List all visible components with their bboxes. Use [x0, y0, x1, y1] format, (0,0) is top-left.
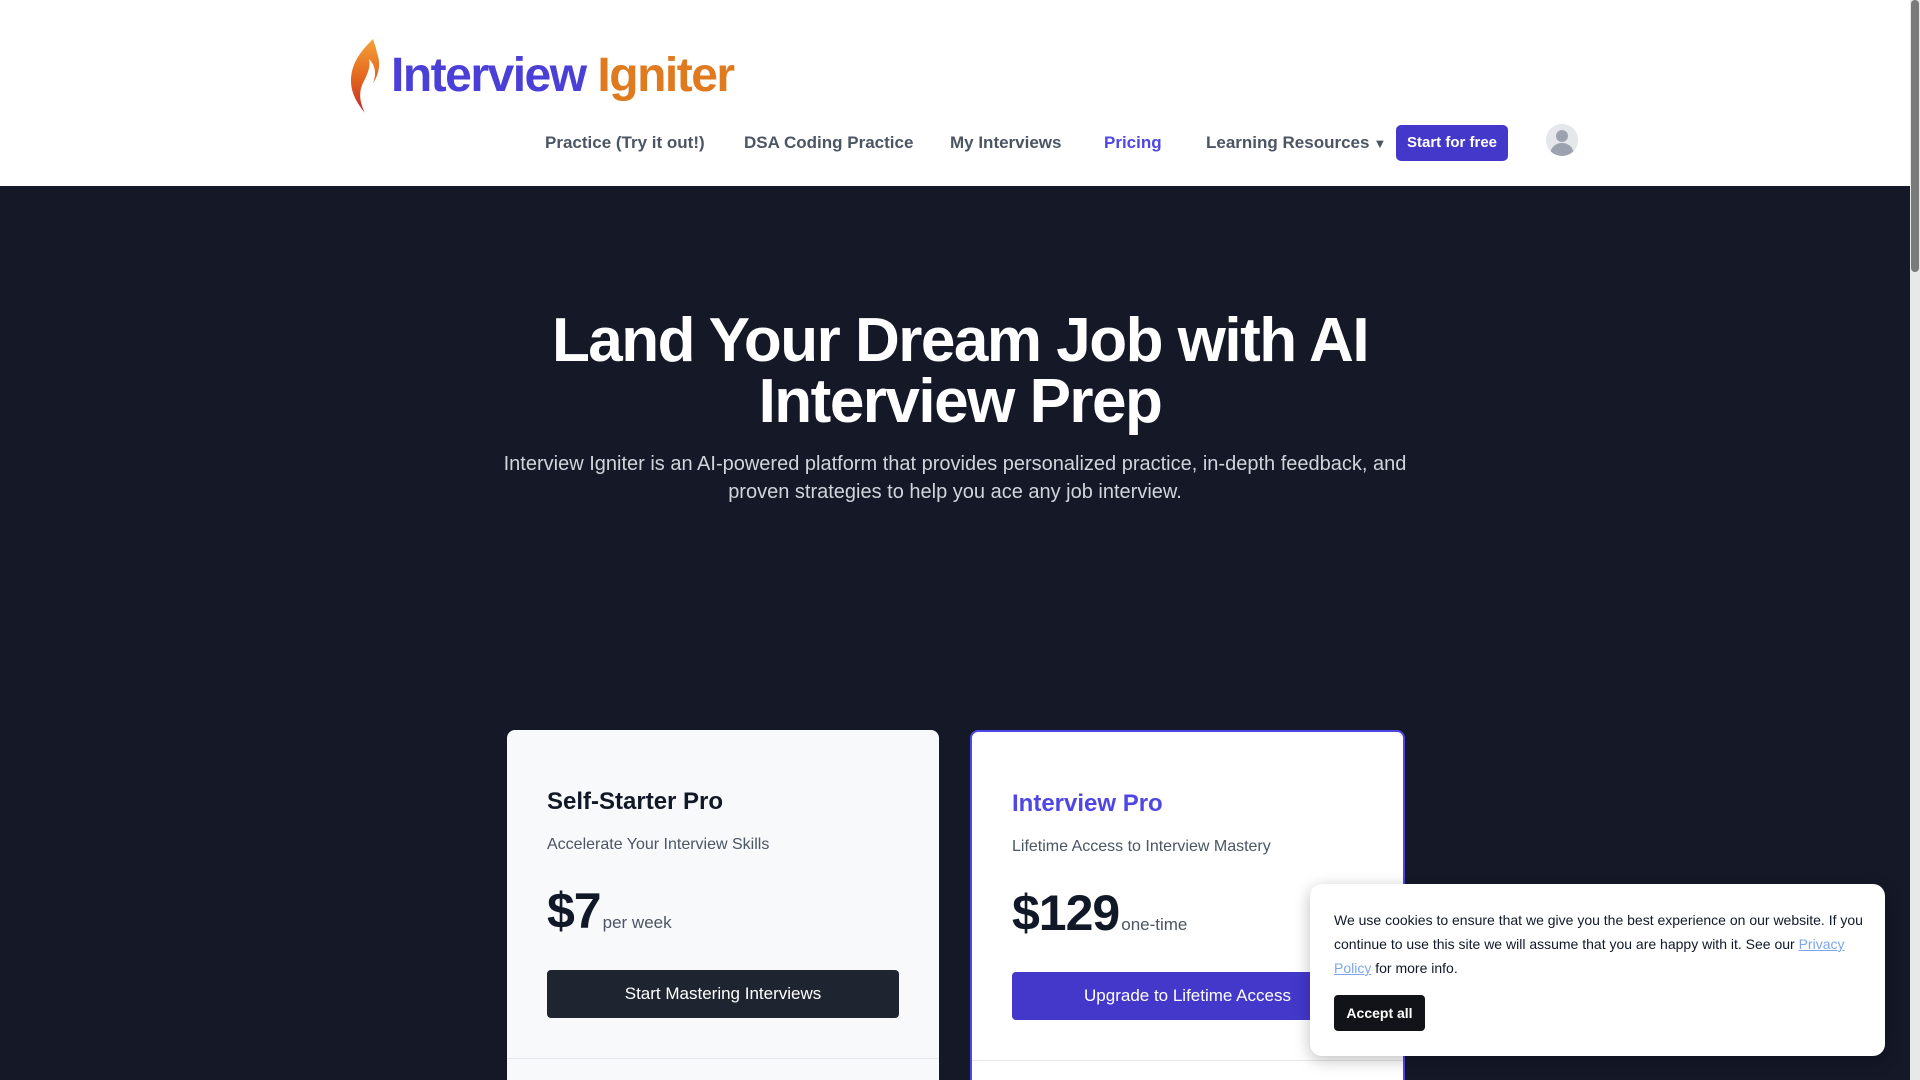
hero-subtitle-line2: proven strategies to help you ace any jo…: [728, 481, 1182, 503]
card-divider: [972, 1060, 1403, 1061]
nav-my-interviews[interactable]: My Interviews: [950, 125, 1062, 161]
price-amount: $129: [1012, 885, 1120, 941]
plan-tagline: Accelerate Your Interview Skills: [547, 836, 770, 853]
plan-title: Self-Starter Pro: [547, 788, 724, 815]
chevron-down-icon: ▼: [1373, 136, 1387, 151]
card-divider: [507, 1058, 939, 1059]
cookie-message: We use cookies to ensure that we give yo…: [1334, 908, 1864, 980]
plan-title: Interview Pro: [1012, 790, 1163, 817]
logo-text: Interview Igniter: [391, 49, 735, 102]
scrollbar-thumb[interactable]: [1911, 0, 1919, 272]
site-logo[interactable]: Interview Igniter: [343, 36, 735, 116]
hero-subtitle-line1: Interview Igniter is an AI-powered platf…: [503, 453, 1407, 475]
cookie-text-after: for more info.: [1371, 960, 1458, 976]
cookie-banner: We use cookies to ensure that we give yo…: [1310, 884, 1885, 1056]
price-period: per week: [602, 913, 672, 932]
nav-learning-resources-label: Learning Resources: [1206, 133, 1370, 152]
nav-practice[interactable]: Practice (Try it out!): [545, 125, 705, 161]
price-period: one-time: [1121, 915, 1188, 934]
nav-dsa-coding-practice[interactable]: DSA Coding Practice: [744, 125, 913, 161]
cookie-text-before: We use cookies to ensure that we give yo…: [1334, 912, 1863, 952]
accept-all-button[interactable]: Accept all: [1334, 995, 1425, 1031]
nav-learning-resources[interactable]: Learning Resources ▼: [1206, 125, 1386, 161]
start-for-free-button[interactable]: Start for free: [1396, 125, 1508, 161]
hero-title-line2: Interview Prep: [758, 367, 1163, 436]
plan-tagline: Lifetime Access to Interview Mastery: [1012, 838, 1271, 855]
user-avatar-icon[interactable]: [1546, 124, 1578, 156]
site-header: Interview Igniter Practice (Try it out!)…: [0, 0, 1910, 186]
page-scrollbar[interactable]: [1910, 0, 1920, 1080]
nav-pricing[interactable]: Pricing: [1104, 125, 1162, 161]
hero-title: Land Your Dream Job with AI Interview Pr…: [460, 310, 1460, 433]
plan-price: $129 one-time: [1012, 884, 1187, 942]
start-mastering-interviews-button[interactable]: Start Mastering Interviews: [547, 970, 899, 1018]
hero-title-line1: Land Your Dream Job with AI: [551, 306, 1370, 375]
plan-price: $7 per week: [547, 882, 672, 940]
main-nav: Practice (Try it out!) DSA Coding Practi…: [0, 125, 1910, 161]
hero-subtitle: Interview Igniter is an AI-powered platf…: [500, 450, 1410, 506]
pricing-card-self-starter: Self-Starter Pro Accelerate Your Intervi…: [507, 730, 939, 1080]
flame-logo-icon: [351, 39, 380, 113]
price-amount: $7: [547, 883, 602, 939]
